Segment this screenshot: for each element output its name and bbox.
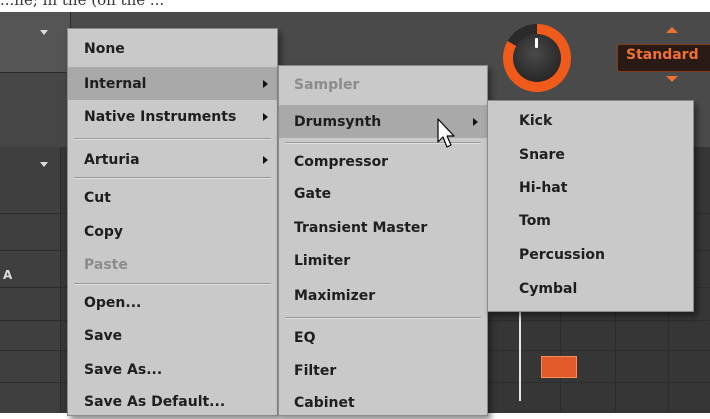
top-left-selector[interactable] [0, 12, 71, 72]
menu-item-arturia[interactable]: Arturia [68, 143, 277, 176]
menu-item-eq[interactable]: EQ [279, 321, 487, 354]
menu-item-cabinet[interactable]: Cabinet [279, 386, 487, 419]
menu-item-snare[interactable]: Snare [488, 138, 693, 171]
menu-item-transient-master[interactable]: Transient Master [279, 211, 487, 244]
top-left-panel-lower [0, 72, 71, 148]
chevron-right-icon [473, 118, 478, 126]
menu-item-cut[interactable]: Cut [68, 181, 277, 214]
mode-down-arrow-icon[interactable] [666, 76, 678, 82]
menu-item-tom[interactable]: Tom [488, 204, 693, 237]
menu-item-limiter[interactable]: Limiter [279, 244, 487, 277]
knob-indicator-icon [535, 38, 538, 48]
menu-separator [74, 177, 271, 179]
menu-item-sampler: Sampler [294, 77, 360, 93]
top-text-fragment: ...ne; in the (on the ... [0, 0, 165, 9]
menu-item-open[interactable]: Open... [68, 286, 277, 319]
track-label: A [3, 268, 13, 282]
context-menu: None Internal Native Instruments Arturia… [67, 28, 278, 416]
menu-item-filter[interactable]: Filter [279, 354, 487, 387]
menu-item-native-instruments[interactable]: Native Instruments [68, 100, 277, 133]
menu-item-paste: Paste [84, 257, 128, 273]
dropdown-arrow-icon[interactable] [40, 30, 48, 35]
track-dropdown-arrow-icon[interactable] [40, 162, 48, 167]
menu-item-save-as[interactable]: Save As... [68, 353, 277, 386]
menu-item-none[interactable]: None [68, 32, 277, 65]
chevron-right-icon [263, 113, 268, 121]
menu-item-maximizer[interactable]: Maximizer [279, 279, 487, 312]
menu-separator [285, 317, 481, 319]
mode-up-arrow-icon[interactable] [666, 27, 678, 33]
menu-item-save-as-default[interactable]: Save As Default... [68, 385, 277, 418]
menu-item-hi-hat[interactable]: Hi-hat [488, 171, 693, 204]
chevron-right-icon [263, 156, 268, 164]
menu-separator [74, 138, 271, 140]
menu-item-save[interactable]: Save [68, 319, 277, 352]
menu-item-copy[interactable]: Copy [68, 215, 277, 248]
menu-separator [74, 283, 271, 285]
drumsynth-submenu: Kick Snare Hi-hat Tom Percussion Cymbal [487, 100, 694, 312]
page-top-text: ...ne; in the (on the ... [0, 0, 710, 9]
chevron-right-icon [263, 80, 268, 88]
mouse-pointer-icon [437, 118, 455, 148]
note-event[interactable] [541, 356, 577, 378]
mode-value: Standard [626, 47, 699, 63]
menu-item-cymbal[interactable]: Cymbal [488, 272, 693, 305]
menu-item-gate[interactable]: Gate [279, 177, 487, 210]
menu-item-percussion[interactable]: Percussion [488, 238, 693, 271]
menu-item-kick[interactable]: Kick [488, 104, 693, 137]
menu-item-internal[interactable]: Internal [68, 67, 277, 100]
